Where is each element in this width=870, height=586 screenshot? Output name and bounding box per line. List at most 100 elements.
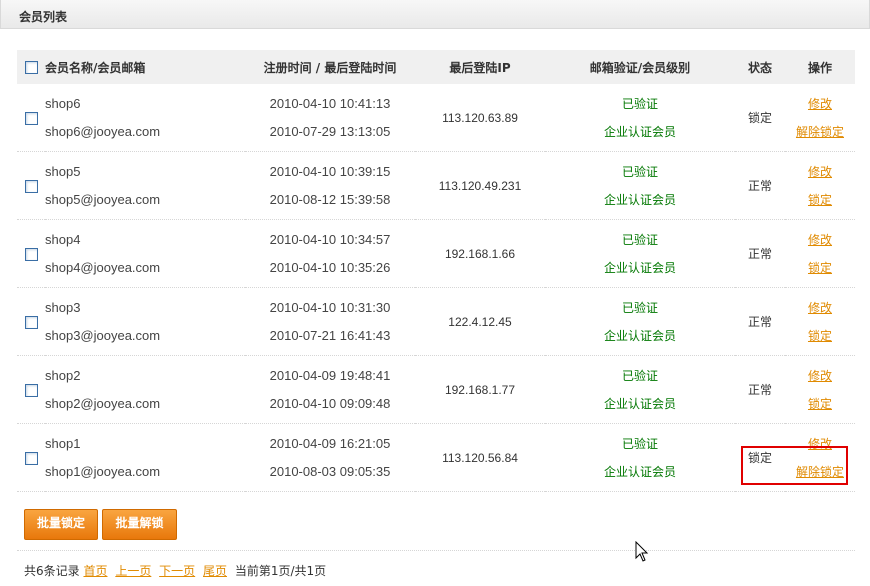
edit-link[interactable]: 修改 (808, 437, 832, 451)
lock-toggle-link[interactable]: 锁定 (808, 193, 832, 207)
time-cell: 2010-04-10 10:34:57 2010-04-10 10:35:26 (245, 219, 415, 288)
lock-toggle-link[interactable]: 锁定 (808, 397, 832, 411)
member-name-cell: shop2 shop2@jooyea.com (45, 355, 245, 424)
member-email: shop1@jooyea.com (45, 463, 161, 479)
last-page-link[interactable]: 尾页 (203, 564, 227, 578)
register-time: 2010-04-10 10:39:15 (269, 163, 391, 179)
last-login-time: 2010-08-03 09:05:35 (269, 463, 391, 479)
email-verify-status: 已验证 (621, 232, 658, 247)
lock-toggle-link[interactable]: 锁定 (808, 329, 832, 343)
member-email: shop5@jooyea.com (45, 191, 161, 207)
row-checkbox-cell (17, 287, 45, 356)
select-all-checkbox[interactable] (24, 61, 38, 74)
member-name-cell: shop5 shop5@jooyea.com (45, 151, 245, 220)
next-page-link[interactable]: 下一页 (159, 564, 195, 578)
time-cell: 2010-04-09 19:48:41 2010-04-10 09:09:48 (245, 355, 415, 424)
register-time: 2010-04-10 10:31:30 (269, 299, 391, 315)
member-name: shop4 (45, 231, 81, 247)
register-time: 2010-04-09 19:48:41 (269, 367, 391, 383)
header-time: 注册时间 / 最后登陆时间 (245, 50, 415, 84)
lock-toggle-link[interactable]: 解除锁定 (796, 465, 844, 479)
current-page-info: 当前第1页/共1页 (234, 564, 327, 578)
member-level: 企业认证会员 (603, 328, 676, 343)
verify-cell: 已验证 企业认证会员 (545, 84, 735, 152)
edit-link[interactable]: 修改 (808, 369, 832, 383)
action-cell: 修改 解除锁定 (785, 423, 855, 492)
row-checkbox[interactable] (24, 315, 38, 329)
member-level: 企业认证会员 (603, 260, 676, 275)
panel-title: 会员列表 (19, 10, 68, 24)
edit-link[interactable]: 修改 (808, 233, 832, 247)
status-badge: 正常 (735, 219, 785, 288)
row-checkbox[interactable] (24, 179, 38, 193)
table-row: shop2 shop2@jooyea.com 2010-04-09 19:48:41… (17, 355, 855, 424)
action-cell: 修改 锁定 (785, 219, 855, 288)
table-row: shop3 shop3@jooyea.com 2010-04-10 10:31:30… (17, 287, 855, 356)
header-status: 状态 (735, 50, 785, 84)
row-checkbox[interactable] (24, 111, 38, 125)
verify-cell: 已验证 企业认证会员 (545, 287, 735, 356)
last-login-time: 2010-04-10 10:35:26 (269, 259, 391, 275)
last-login-time: 2010-04-10 09:09:48 (269, 395, 391, 411)
status-badge: 正常 (735, 355, 785, 424)
action-cell: 修改 解除锁定 (785, 84, 855, 152)
pagination: 共6条记录 首页 上一页 下一页 尾页 当前第1页/共1页 (24, 562, 326, 579)
first-page-link[interactable]: 首页 (83, 564, 107, 578)
batch-lock-button[interactable]: 批量锁定 (24, 509, 98, 540)
member-email: shop6@jooyea.com (45, 123, 161, 139)
member-name: shop3 (45, 299, 81, 315)
mouse-pointer-icon (635, 541, 649, 562)
member-name-cell: shop1 shop1@jooyea.com (45, 423, 245, 492)
status-badge: 锁定 (735, 84, 785, 152)
lock-toggle-link[interactable]: 解除锁定 (796, 125, 844, 139)
batch-unlock-button[interactable]: 批量解锁 (102, 509, 177, 540)
action-cell: 修改 锁定 (785, 151, 855, 220)
member-email: shop4@jooyea.com (45, 259, 161, 275)
header-verify: 邮箱验证/会员级别 (545, 50, 735, 84)
time-cell: 2010-04-10 10:41:13 2010-07-29 13:13:05 (245, 84, 415, 152)
member-level: 企业认证会员 (603, 464, 676, 479)
email-verify-status: 已验证 (621, 164, 658, 179)
last-login-ip: 192.168.1.77 (415, 355, 545, 424)
action-cell: 修改 锁定 (785, 287, 855, 356)
row-checkbox[interactable] (24, 383, 38, 397)
edit-link[interactable]: 修改 (808, 165, 832, 179)
row-checkbox-cell (17, 355, 45, 424)
last-login-ip: 113.120.49.231 (415, 151, 545, 220)
table-header-row: 会员名称/会员邮箱 注册时间 / 最后登陆时间 最后登陆IP 邮箱验证/会员级别… (17, 50, 855, 84)
register-time: 2010-04-10 10:34:57 (269, 231, 391, 247)
last-login-ip: 113.120.56.84 (415, 423, 545, 492)
header-ip: 最后登陆IP (415, 50, 545, 84)
row-checkbox[interactable] (24, 247, 38, 261)
row-checkbox-cell (17, 423, 45, 492)
edit-link[interactable]: 修改 (808, 97, 832, 111)
row-checkbox[interactable] (24, 451, 38, 465)
time-cell: 2010-04-09 16:21:05 2010-08-03 09:05:35 (245, 423, 415, 492)
member-name: shop6 (45, 95, 81, 111)
action-cell: 修改 锁定 (785, 355, 855, 424)
register-time: 2010-04-10 10:41:13 (269, 95, 391, 111)
table-row: shop1 shop1@jooyea.com 2010-04-09 16:21:05… (17, 423, 855, 492)
prev-page-link[interactable]: 上一页 (115, 564, 151, 578)
status-badge: 锁定 (735, 423, 785, 492)
edit-link[interactable]: 修改 (808, 301, 832, 315)
member-name-cell: shop3 shop3@jooyea.com (45, 287, 245, 356)
last-login-time: 2010-08-12 15:39:58 (269, 191, 391, 207)
member-email: shop2@jooyea.com (45, 395, 161, 411)
divider (17, 550, 855, 551)
member-level: 企业认证会员 (603, 396, 676, 411)
last-login-ip: 192.168.1.66 (415, 219, 545, 288)
member-level: 企业认证会员 (603, 192, 676, 207)
row-checkbox-cell (17, 219, 45, 288)
email-verify-status: 已验证 (621, 300, 658, 315)
member-name-cell: shop6 shop6@jooyea.com (45, 84, 245, 152)
row-checkbox-cell (17, 151, 45, 220)
lock-toggle-link[interactable]: 锁定 (808, 261, 832, 275)
last-login-ip: 113.120.63.89 (415, 84, 545, 152)
time-cell: 2010-04-10 10:31:30 2010-07-21 16:41:43 (245, 287, 415, 356)
verify-cell: 已验证 企业认证会员 (545, 423, 735, 492)
header-name: 会员名称/会员邮箱 (45, 50, 245, 84)
last-login-ip: 122.4.12.45 (415, 287, 545, 356)
header-action: 操作 (785, 50, 855, 84)
member-table: 会员名称/会员邮箱 注册时间 / 最后登陆时间 最后登陆IP 邮箱验证/会员级别… (17, 50, 855, 492)
